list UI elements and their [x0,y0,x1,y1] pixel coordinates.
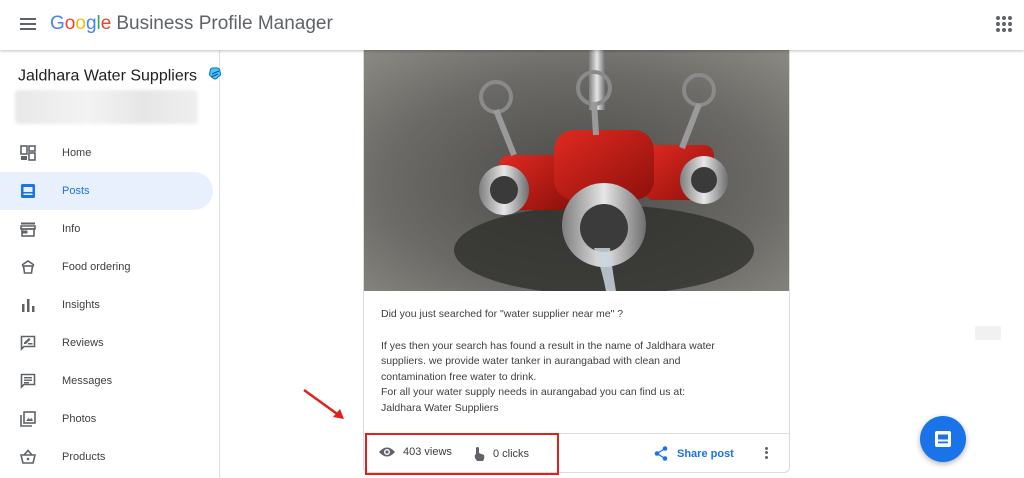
post-text-line: Did you just searched for "water supplie… [381,308,624,320]
sidebar-item-food-ordering[interactable]: Food ordering [0,248,213,286]
sidebar-item-label: Messages [62,375,113,387]
sidebar-item-reviews[interactable]: Reviews [0,324,213,362]
blurred-address [15,90,198,124]
sidebar-item-info[interactable]: Info [0,210,213,248]
sidebar-item-photos[interactable]: Photos [0,400,213,438]
create-post-icon [935,431,951,447]
sidebar-item-label: Info [62,223,81,235]
post-text-line: Jaldhara Water Suppliers [381,401,499,414]
share-post-button[interactable]: Share post [654,446,734,461]
share-post-label: Share post [677,447,734,460]
sidebar-item-label: Photos [62,413,97,425]
more-options-icon[interactable] [762,445,770,461]
sidebar-item-products[interactable]: Products [0,438,213,476]
post-text-line: For all your water supply needs in auran… [381,386,686,398]
apps-grid-icon[interactable] [996,16,1012,32]
post-image[interactable] [364,50,789,291]
overlay-chip [975,326,1001,340]
bar-chart-icon [19,296,37,314]
product-name: Business Profile Manager [116,13,333,34]
shopping-basket-icon [19,448,37,466]
sidebar-item-insights[interactable]: Insights [0,286,213,324]
sidebar-item-label: Insights [62,299,100,311]
business-name-label: Jaldhara Water Suppliers [18,67,198,85]
sidebar: Jaldhara Water Suppliers Home Posts Info… [0,50,221,478]
business-name[interactable]: Jaldhara Water Suppliers [18,65,224,88]
dashboard-icon [19,144,37,162]
sidebar-nav: Home Posts Info Food ordering Insights R… [0,134,219,476]
sidebar-item-posts[interactable]: Posts [0,172,213,210]
red-arrow-annotation [303,388,344,419]
post-text-line: suppliers. we provide water tanker in au… [381,355,681,367]
message-icon [19,372,37,390]
rate-review-icon [19,334,37,352]
sidebar-item-label: Food ordering [62,261,131,273]
storefront-icon [19,220,37,238]
food-ordering-icon [19,258,37,276]
post-text-line: contamination free water to drink. [381,370,537,383]
sidebar-item-label: Home [62,147,92,159]
create-post-button[interactable] [920,416,966,462]
google-logo: Google [50,13,112,34]
post-body: Did you just searched for "water supplie… [381,307,771,416]
hamburger-menu-icon[interactable] [18,15,38,35]
share-icon [654,446,668,461]
sidebar-item-home[interactable]: Home [0,134,213,172]
photo-library-icon [19,410,37,428]
post-text-line: If yes then your search has found a resu… [381,339,715,352]
sidebar-item-messages[interactable]: Messages [0,362,213,400]
stats-highlight-box [365,433,559,475]
sidebar-item-label: Reviews [62,337,104,349]
posts-icon [19,182,37,200]
sidebar-item-label: Posts [62,185,90,197]
top-app-bar: Google Business Profile Manager [0,0,1024,50]
app-title: Google Business Profile Manager [50,13,333,35]
post-card: Did you just searched for "water supplie… [363,50,790,473]
sidebar-item-label: Products [62,451,106,463]
